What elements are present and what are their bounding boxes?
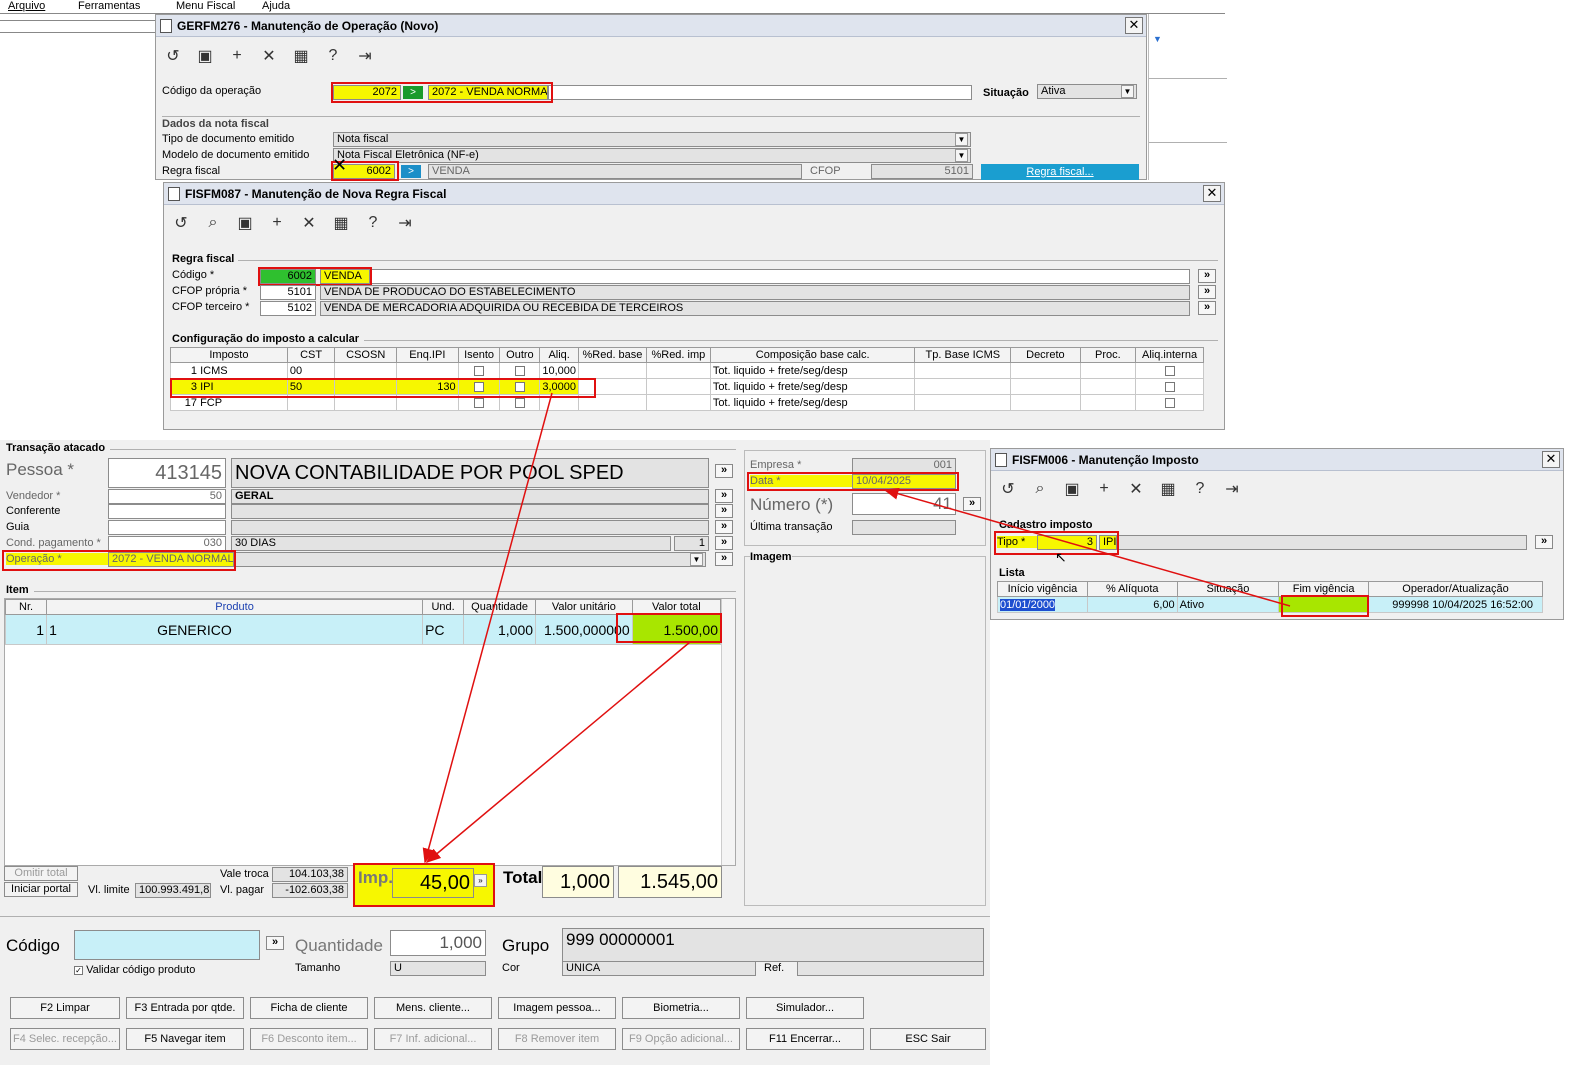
arrow-fim-to-data	[883, 487, 1291, 607]
arrow-aliq-to-imp	[422, 392, 553, 864]
annotation-arrows	[422, 392, 1291, 864]
arrow-total-to-imp	[425, 641, 691, 863]
